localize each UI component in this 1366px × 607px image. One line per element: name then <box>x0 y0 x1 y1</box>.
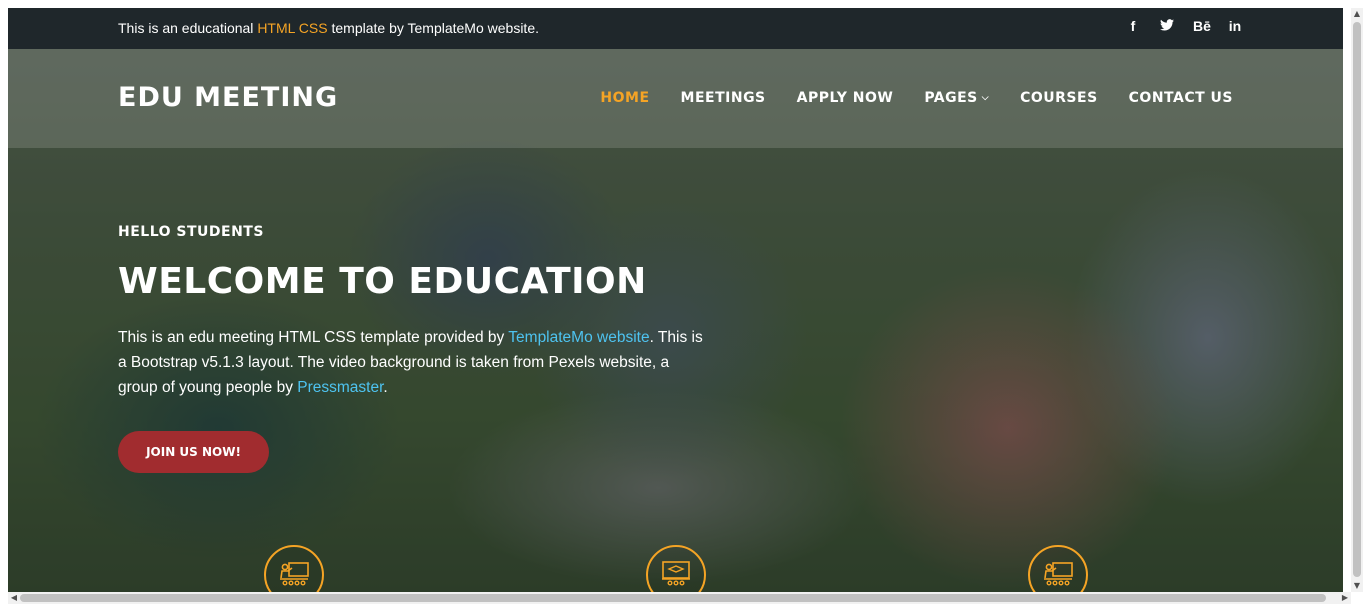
teacher-board-icon <box>1044 562 1073 586</box>
nav-item-home[interactable]: HOME <box>600 90 649 106</box>
site-logo[interactable]: EDU MEETING <box>118 82 338 113</box>
hero-desc-part-1: This is an edu meeting HTML CSS template… <box>118 329 509 346</box>
hero-subtitle: HELLO STUDENTS <box>118 224 264 240</box>
scroll-right-arrow-icon[interactable]: ▶ <box>1339 592 1351 604</box>
facebook-icon[interactable]: f <box>1125 18 1141 34</box>
pressmaster-link[interactable]: Pressmaster <box>297 379 383 396</box>
chevron-down-icon: ⌵ <box>981 93 990 103</box>
nav-item-courses[interactable]: COURSES <box>1020 90 1098 106</box>
page: This is an educational HTML CSS template… <box>8 8 1343 592</box>
vertical-scrollbar[interactable]: ▲ ▼ <box>1351 8 1363 592</box>
scroll-up-arrow-icon[interactable]: ▲ <box>1351 8 1363 20</box>
scroll-down-arrow-icon[interactable]: ▼ <box>1351 580 1363 592</box>
top-bar-text-after: template by TemplateMo website. <box>327 20 539 36</box>
top-bar-text: This is an educational HTML CSS template… <box>118 20 539 36</box>
hero-description: This is an edu meeting HTML CSS template… <box>118 325 708 400</box>
twitter-bird-shape <box>1160 19 1174 31</box>
social-links: f Bē in <box>1125 18 1243 34</box>
horizontal-scrollbar-thumb[interactable] <box>20 594 1326 602</box>
hero-desc-part-3: . <box>383 379 388 396</box>
main-header: EDU MEETING HOME MEETINGS APPLY NOW PAGE… <box>8 49 1343 148</box>
templatemo-link[interactable]: TemplateMo website <box>508 329 649 346</box>
nav-item-apply-now[interactable]: APPLY NOW <box>797 90 894 106</box>
behance-icon[interactable]: Bē <box>1193 18 1211 34</box>
nav-item-contact-us[interactable]: CONTACT US <box>1129 90 1233 106</box>
twitter-icon[interactable] <box>1159 18 1175 34</box>
hero-title: WELCOME TO EDUCATION <box>118 261 647 302</box>
nav-item-pages[interactable]: PAGES ⌵ <box>924 90 989 106</box>
main-nav: HOME MEETINGS APPLY NOW PAGES ⌵ COURSES … <box>600 90 1233 106</box>
top-bar-text-before: This is an educational <box>118 20 258 36</box>
nav-item-pages-label: PAGES <box>924 90 978 106</box>
horizontal-scrollbar[interactable]: ◀ ▶ <box>8 592 1351 604</box>
vertical-scrollbar-thumb[interactable] <box>1353 22 1361 577</box>
graduation-board-icon <box>662 561 690 586</box>
top-bar-text-accent: HTML CSS <box>257 20 328 36</box>
join-us-button[interactable]: JOIN US NOW! <box>118 431 269 473</box>
teacher-board-icon <box>280 562 309 586</box>
top-bar: This is an educational HTML CSS template… <box>8 8 1343 49</box>
linkedin-icon[interactable]: in <box>1227 18 1243 34</box>
nav-item-meetings[interactable]: MEETINGS <box>681 90 766 106</box>
scroll-left-arrow-icon[interactable]: ◀ <box>8 592 20 604</box>
